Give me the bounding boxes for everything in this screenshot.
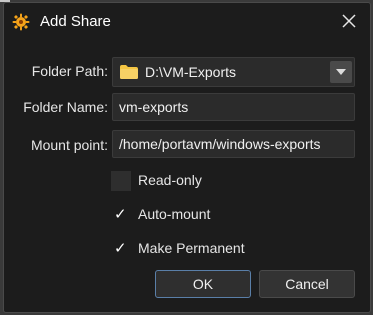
checkmark-icon: ✓: [114, 206, 127, 223]
folder-path-label: Folder Path:: [31, 63, 108, 79]
ok-button[interactable]: OK: [155, 270, 251, 298]
make-permanent-label: Make Permanent: [138, 240, 245, 256]
read-only-label: Read-only: [138, 172, 202, 188]
folder-path-combobox[interactable]: D:\VM-Exports: [112, 57, 355, 87]
folder-name-label: Folder Name:: [23, 99, 108, 115]
mount-point-input[interactable]: [112, 130, 355, 158]
auto-mount-checkbox[interactable]: ✓: [111, 205, 131, 225]
close-icon[interactable]: [340, 12, 358, 30]
folder-path-value: D:\VM-Exports: [145, 64, 237, 80]
dialog-title: Add Share: [40, 13, 111, 30]
folder-icon: [120, 65, 138, 79]
add-share-dialog: Add Share Folder Path: D:\VM-Exports Fol…: [3, 2, 371, 313]
dropdown-button[interactable]: [330, 61, 352, 83]
make-permanent-checkbox[interactable]: ✓: [111, 239, 131, 259]
chevron-down-icon: [336, 69, 346, 75]
mount-point-label: Mount point:: [30, 137, 108, 153]
title-bar: Add Share: [4, 3, 370, 41]
auto-mount-label: Auto-mount: [138, 206, 211, 222]
folder-name-input[interactable]: [112, 93, 355, 121]
virtualbox-icon: [12, 13, 30, 31]
read-only-checkbox[interactable]: [111, 171, 131, 191]
cancel-button[interactable]: Cancel: [259, 270, 355, 298]
checkmark-icon: ✓: [114, 240, 127, 257]
